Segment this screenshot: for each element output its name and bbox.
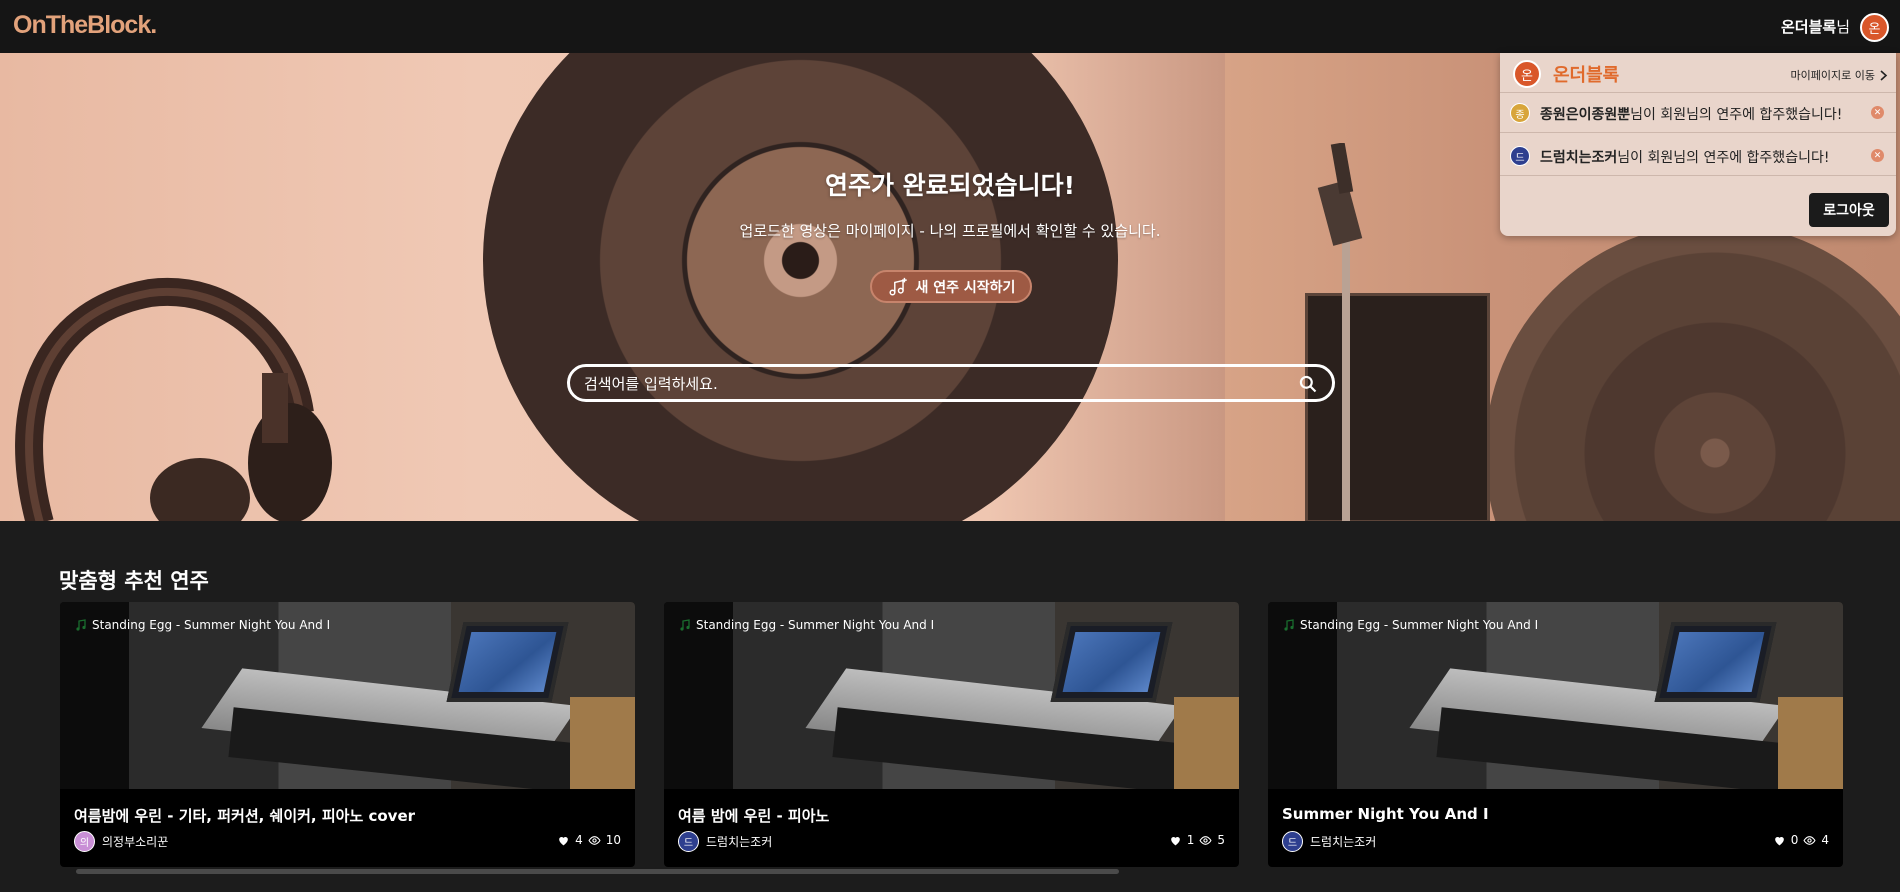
laptop-screen-image — [1666, 632, 1765, 692]
video-thumbnail[interactable]: Standing Egg - Summer Night You And I — [664, 602, 1239, 789]
card-author[interactable]: 드 드럼치는조커 — [678, 830, 772, 852]
horizontal-scrollbar[interactable] — [76, 869, 1119, 874]
card-stats: 4 10 — [557, 833, 621, 847]
user-name-suffix: 님 — [1836, 18, 1850, 36]
performance-card[interactable]: Standing Egg - Summer Night You And I 여름… — [60, 602, 635, 867]
go-to-mypage-label: 마이페이지로 이동 — [1790, 69, 1875, 82]
view-count: 10 — [605, 833, 621, 847]
notification-header: 온 온더블록 마이페이지로 이동 — [1500, 53, 1896, 93]
notification-avatar: 드 — [1510, 146, 1530, 166]
like-count: 1 — [1186, 833, 1195, 847]
notification-text: 드럼치는조커님이 회원님의 연주에 합주했습니다! — [1540, 147, 1829, 167]
notification-avatar: 종 — [1510, 103, 1530, 123]
card-title[interactable]: 여름밤에 우린 - 기타, 퍼커션, 쉐이커, 피아노 cover — [74, 805, 415, 826]
notification-user: 드럼치는조커 — [1540, 150, 1618, 166]
search-bar — [567, 364, 1335, 402]
dropdown-user-name: 온더블록 — [1553, 65, 1620, 86]
user-greeting[interactable]: 온더블록님 — [1781, 16, 1850, 37]
notification-user: 종원은이종원뿐 — [1540, 107, 1631, 123]
card-author[interactable]: 드 드럼치는조커 — [1282, 830, 1376, 852]
laptop-image — [446, 622, 569, 702]
card-stats: 1 5 — [1169, 833, 1225, 847]
author-name: 드럼치는조커 — [1310, 834, 1377, 849]
user-avatar[interactable]: 온 — [1860, 13, 1889, 42]
view-count: 4 — [1821, 833, 1829, 847]
laptop-image — [1654, 622, 1777, 702]
author-avatar: 드 — [678, 830, 699, 852]
video-thumbnail[interactable]: Standing Egg - Summer Night You And I — [1268, 602, 1843, 789]
track-name: Standing Egg - Summer Night You And I — [1300, 618, 1539, 632]
eye-icon — [1199, 835, 1212, 845]
heart-icon — [559, 836, 568, 845]
card-title[interactable]: 여름 밤에 우린 - 피아노 — [678, 805, 829, 826]
music-note-icon — [1284, 619, 1294, 631]
card-title[interactable]: Summer Night You And I — [1282, 805, 1489, 823]
author-name: 의정부소리꾼 — [102, 834, 169, 849]
cardboard-box-image — [1174, 697, 1239, 789]
video-thumbnail[interactable]: Standing Egg - Summer Night You And I — [60, 602, 635, 789]
author-avatar: 드 — [1282, 830, 1303, 852]
notification-item[interactable]: 종 종원은이종원뿐님이 회원님의 연주에 합주했습니다! ✕ — [1500, 93, 1896, 133]
eye-icon — [588, 835, 601, 845]
notification-message: 님이 회원님의 연주에 합주했습니다! — [1630, 107, 1843, 123]
notification-message: 님이 회원님의 연주에 합주했습니다! — [1617, 150, 1830, 166]
search-icon[interactable] — [1298, 374, 1318, 394]
dropdown-user-avatar: 온 — [1513, 60, 1541, 88]
headphones-image — [15, 277, 332, 521]
start-new-performance-button[interactable]: 새 연주 시작하기 — [870, 270, 1032, 303]
top-navigation-bar: OnTheBlock. 온더블록님 온 — [0, 0, 1900, 53]
heart-icon — [1170, 836, 1180, 845]
search-input[interactable] — [584, 373, 1284, 395]
user-name: 온더블록 — [1780, 18, 1837, 36]
chevron-right-icon — [1880, 69, 1888, 81]
track-name: Standing Egg - Summer Night You And I — [92, 618, 331, 632]
laptop-screen-image — [458, 632, 557, 692]
eye-icon — [1803, 835, 1816, 845]
music-note-icon — [680, 619, 690, 631]
track-name: Standing Egg - Summer Night You And I — [696, 618, 935, 632]
notification-dropdown: 온 온더블록 마이페이지로 이동 종 종원은이종원뿐님이 회원님의 연주에 합주… — [1500, 53, 1896, 236]
card-stats: 0 4 — [1773, 833, 1829, 847]
start-new-performance-label: 새 연주 시작하기 — [915, 279, 1016, 296]
performance-card[interactable]: Standing Egg - Summer Night You And I 여름… — [664, 602, 1239, 867]
card-author[interactable]: 의 의정부소리꾼 — [74, 830, 168, 852]
music-note-plus-icon — [889, 277, 907, 296]
site-logo[interactable]: OnTheBlock. — [13, 11, 157, 40]
like-count: 0 — [1790, 833, 1799, 847]
cardboard-box-image — [1778, 697, 1843, 789]
performance-card[interactable]: Standing Egg - Summer Night You And I Su… — [1268, 602, 1843, 867]
dismiss-notification-icon[interactable]: ✕ — [1871, 149, 1884, 162]
recommendations-title: 맞춤형 추천 연주 — [59, 569, 209, 593]
dismiss-notification-icon[interactable]: ✕ — [1871, 106, 1884, 119]
cardboard-box-image — [570, 697, 635, 789]
notification-text: 종원은이종원뿐님이 회원님의 연주에 합주했습니다! — [1540, 104, 1842, 124]
like-count: 4 — [575, 833, 583, 847]
view-count: 5 — [1217, 833, 1225, 847]
go-to-mypage-link[interactable]: 마이페이지로 이동 — [1791, 67, 1888, 83]
laptop-image — [1050, 622, 1173, 702]
heart-icon — [1774, 836, 1784, 845]
laptop-screen-image — [1062, 632, 1161, 692]
music-note-icon — [76, 619, 86, 631]
logout-button[interactable]: 로그아웃 — [1809, 193, 1889, 227]
notification-item[interactable]: 드 드럼치는조커님이 회원님의 연주에 합주했습니다! ✕ — [1500, 136, 1896, 176]
author-avatar: 의 — [74, 830, 95, 852]
author-name: 드럼치는조커 — [706, 834, 773, 849]
